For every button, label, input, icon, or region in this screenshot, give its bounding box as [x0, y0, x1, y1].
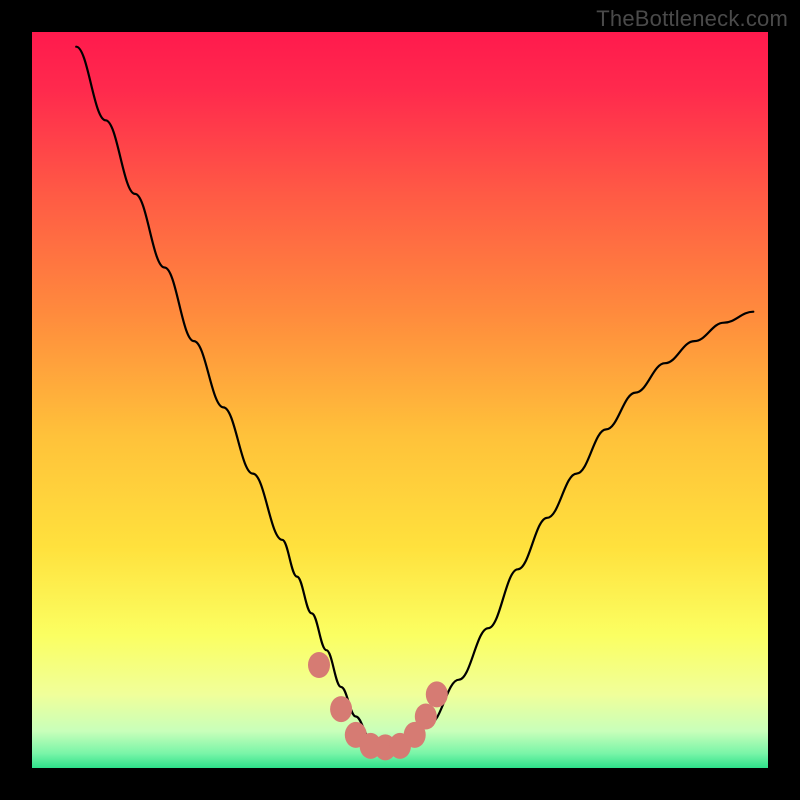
highlight-dot: [330, 696, 352, 722]
chart-container: TheBottleneck.com: [0, 0, 800, 800]
highlight-dot: [426, 681, 448, 707]
watermark-text: TheBottleneck.com: [596, 6, 788, 32]
chart-background-gradient: [32, 32, 768, 768]
highlight-dot: [415, 704, 437, 730]
bottleneck-chart: [0, 0, 800, 800]
highlight-dot: [308, 652, 330, 678]
